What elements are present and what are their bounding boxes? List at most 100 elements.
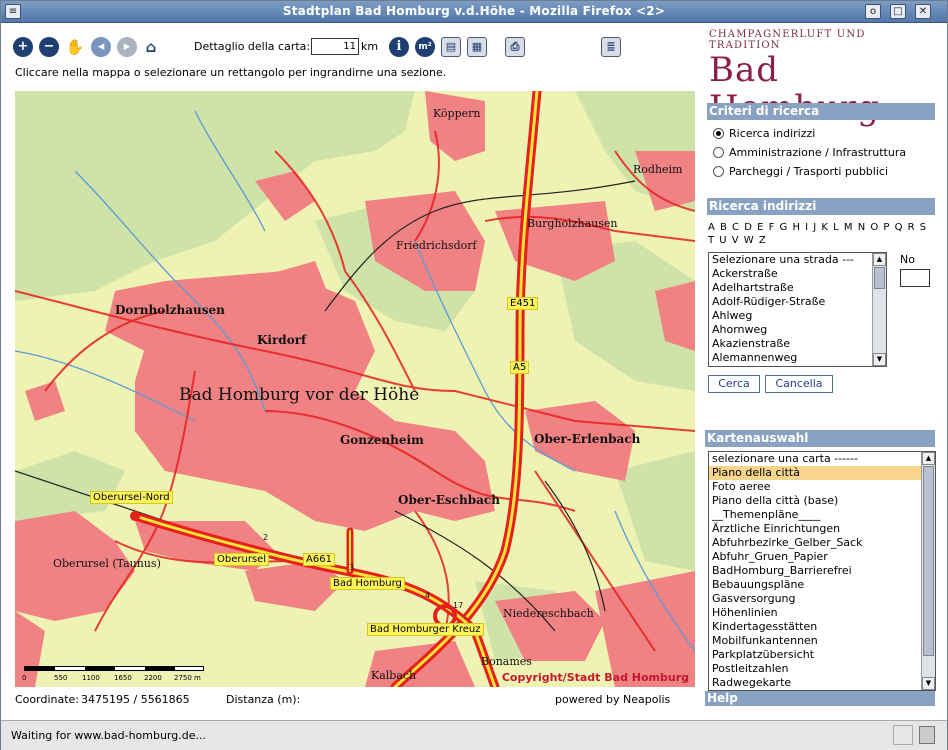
- place-label: Kalbach: [371, 669, 417, 682]
- alphabet-index[interactable]: A B C D E F G H I J K L M N O P Q R S T …: [708, 221, 934, 247]
- list-item[interactable]: Adolf-Rüdiger-Straße: [709, 295, 886, 309]
- help-link[interactable]: Help: [705, 691, 935, 706]
- overview-icon[interactable]: ▦: [467, 37, 487, 57]
- legend-icon[interactable]: ▤: [441, 37, 461, 57]
- list-item[interactable]: Ahornweg: [709, 323, 886, 337]
- place-label: Oberursel (Taunus): [53, 557, 161, 570]
- road-label: Bad Homburger Kreuz: [367, 623, 484, 636]
- list-item[interactable]: Höhenlinien: [709, 606, 935, 620]
- list-item[interactable]: Parkplatzübersicht: [709, 648, 935, 662]
- print-icon[interactable]: ⎙: [505, 37, 525, 57]
- street-scrollbar[interactable]: ▲ ▼: [872, 253, 886, 366]
- scroll-down-icon[interactable]: ▼: [922, 677, 935, 690]
- criteri-header: Criteri di ricerca: [707, 103, 935, 120]
- list-item[interactable]: Ärztliche Einrichtungen: [709, 522, 935, 536]
- radio-label: Parcheggi / Trasporti pubblici: [729, 165, 889, 178]
- zoom-out-icon[interactable]: −: [39, 37, 59, 57]
- scale-tick: 550: [54, 674, 68, 682]
- list-item[interactable]: Abfuhrbezirke_Gelber_Sack: [709, 536, 935, 550]
- road-label: A5: [510, 361, 530, 374]
- measure-area-icon[interactable]: m²: [415, 37, 435, 57]
- list-item[interactable]: Piano della città (base): [709, 494, 935, 508]
- coordinates-label: Coordinate:: [15, 693, 80, 706]
- radio-selected-icon[interactable]: [713, 128, 724, 139]
- notes-icon[interactable]: ≣: [601, 37, 621, 57]
- zoom-input[interactable]: [311, 38, 359, 55]
- cancel-button[interactable]: Cancella: [765, 375, 833, 393]
- map-instructions: Cliccare nella mappa o selezionare un re…: [15, 66, 447, 79]
- list-item[interactable]: Piano della città: [709, 466, 935, 480]
- street-listbox[interactable]: Selezionare una strada --- Ackerstraße A…: [708, 252, 887, 367]
- map-canvas[interactable]: Köppern Rodheim Burgholzhausen Friedrich…: [15, 91, 695, 687]
- map-copyright[interactable]: Copyright/Stadt Bad Homburg: [502, 671, 689, 684]
- radio-icon[interactable]: [713, 166, 724, 177]
- place-label: Gonzenheim: [340, 433, 424, 447]
- scroll-thumb[interactable]: [874, 267, 885, 289]
- list-item[interactable]: Ahlweg: [709, 309, 886, 323]
- logo-slogan: CHAMPAGNERLUFT UND TRADITION: [709, 29, 866, 51]
- home-icon[interactable]: ⌂: [141, 37, 161, 57]
- list-item[interactable]: Bebauungspläne: [709, 578, 935, 592]
- list-item[interactable]: __Themenpläne____: [709, 508, 935, 522]
- search-button[interactable]: Cerca: [708, 375, 760, 393]
- forward-arrow-icon[interactable]: ▸: [117, 37, 137, 57]
- back-arrow-icon[interactable]: ◂: [91, 37, 111, 57]
- list-item[interactable]: Mobilfunkantennen: [709, 634, 935, 648]
- map-select-listbox[interactable]: selezionare una carta ------ Piano della…: [708, 451, 936, 691]
- place-label: Ober-Eschbach: [398, 493, 500, 507]
- scale-tick: 2750 m: [174, 674, 201, 682]
- pan-hand-icon[interactable]: ✋: [65, 37, 85, 57]
- list-item[interactable]: selezionare una carta ------: [709, 452, 935, 466]
- city-logo[interactable]: CHAMPAGNERLUFT UND TRADITION Bad Homburg: [709, 29, 931, 127]
- list-item[interactable]: Kindertagesstätten: [709, 620, 935, 634]
- road-label: Bad Homburg: [330, 577, 405, 590]
- radio-label: Amministrazione / Infrastruttura: [729, 146, 907, 159]
- place-label: Rodheim: [633, 163, 683, 176]
- place-label: Niederesсhbach: [503, 607, 594, 620]
- road-label: Oberursel: [214, 553, 270, 566]
- ricerca-header: Ricerca indirizzi: [707, 198, 935, 215]
- zoom-in-icon[interactable]: +: [13, 37, 33, 57]
- place-label: Burgholzhausen: [527, 217, 618, 230]
- list-item[interactable]: Akazienstraße: [709, 337, 886, 351]
- list-item[interactable]: Selezionare una strada ---: [709, 253, 886, 267]
- scroll-up-icon[interactable]: ▲: [873, 253, 886, 266]
- exit-number: 17: [453, 601, 464, 610]
- info-icon[interactable]: i: [389, 37, 409, 57]
- map-select-scrollbar[interactable]: ▲ ▼: [921, 452, 935, 690]
- exit-number: 4: [425, 591, 431, 600]
- road-label: A661: [303, 553, 335, 566]
- place-label: Köppern: [433, 107, 481, 120]
- scale-bar-graphic: [24, 666, 204, 671]
- close-button[interactable]: ✕: [915, 4, 931, 19]
- status-cell: [893, 725, 913, 745]
- radio-amministrazione[interactable]: Amministrazione / Infrastruttura: [713, 146, 906, 159]
- place-label: Friedrichsdorf: [396, 239, 477, 252]
- title-bar[interactable]: ≡ Stadtplan Bad Homburg v.d.Höhe - Mozil…: [1, 1, 947, 23]
- house-number-label: No: [900, 253, 915, 266]
- exit-number: 3: [349, 563, 355, 572]
- radio-icon[interactable]: [713, 147, 724, 158]
- list-item[interactable]: Adelhartstraße: [709, 281, 886, 295]
- list-item[interactable]: Radwegekarte: [709, 676, 935, 690]
- scale-tick: 2200: [144, 674, 162, 682]
- list-item[interactable]: Abfuhr_Gruen_Papier: [709, 550, 935, 564]
- list-item[interactable]: Gasversorgung: [709, 592, 935, 606]
- scroll-thumb[interactable]: [923, 466, 934, 656]
- road-label: E451: [507, 297, 539, 310]
- zoom-label: Dettaglio della carta:: [194, 40, 311, 53]
- list-item[interactable]: Foto aeree: [709, 480, 935, 494]
- place-label: Bad Homburg vor der Höhe: [179, 385, 420, 405]
- radio-ricerca-indirizzi[interactable]: Ricerca indirizzi: [713, 127, 815, 140]
- house-number-input[interactable]: [900, 269, 930, 287]
- list-item[interactable]: Alemannenweg: [709, 351, 886, 365]
- scroll-up-icon[interactable]: ▲: [922, 452, 935, 465]
- list-item[interactable]: Ackerstraße: [709, 267, 886, 281]
- radio-parcheggi[interactable]: Parcheggi / Trasporti pubblici: [713, 165, 888, 178]
- list-item[interactable]: BadHomburg_Barrierefrei: [709, 564, 935, 578]
- maximize-button[interactable]: □: [890, 4, 906, 19]
- scroll-down-icon[interactable]: ▼: [873, 353, 886, 366]
- list-item[interactable]: Postleitzahlen: [709, 662, 935, 676]
- shade-button[interactable]: o: [865, 4, 881, 19]
- powered-by[interactable]: powered by Neapolis: [555, 693, 670, 706]
